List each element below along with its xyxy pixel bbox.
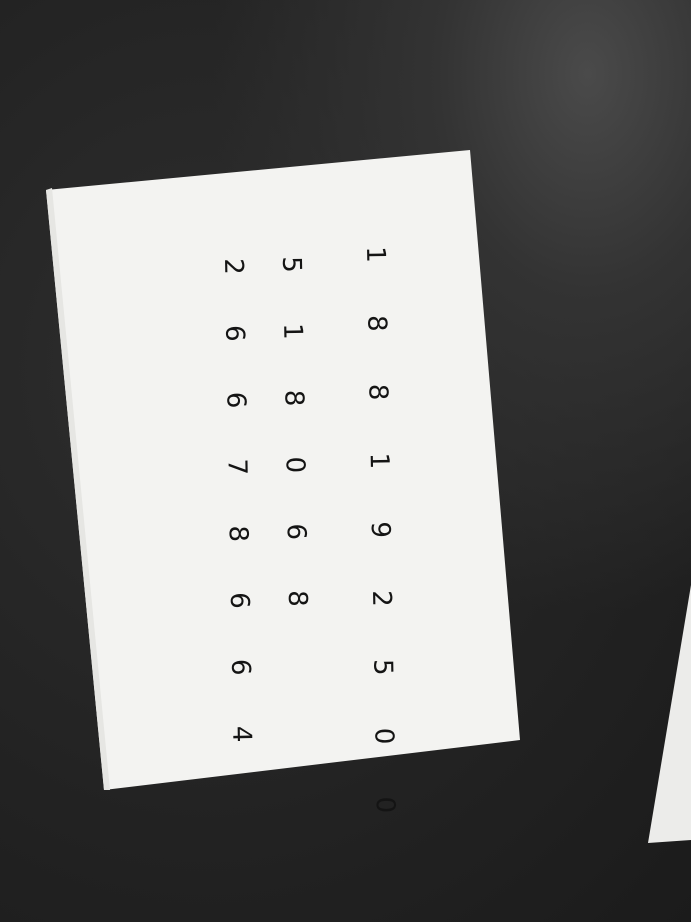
paper-sheet	[46, 150, 691, 843]
second-paper-corner	[648, 585, 691, 843]
photo-scene: 1 8 8 1 9 2 5 0 0 5 1 8 0 6 8 2 6 6 7 8 …	[0, 0, 691, 922]
